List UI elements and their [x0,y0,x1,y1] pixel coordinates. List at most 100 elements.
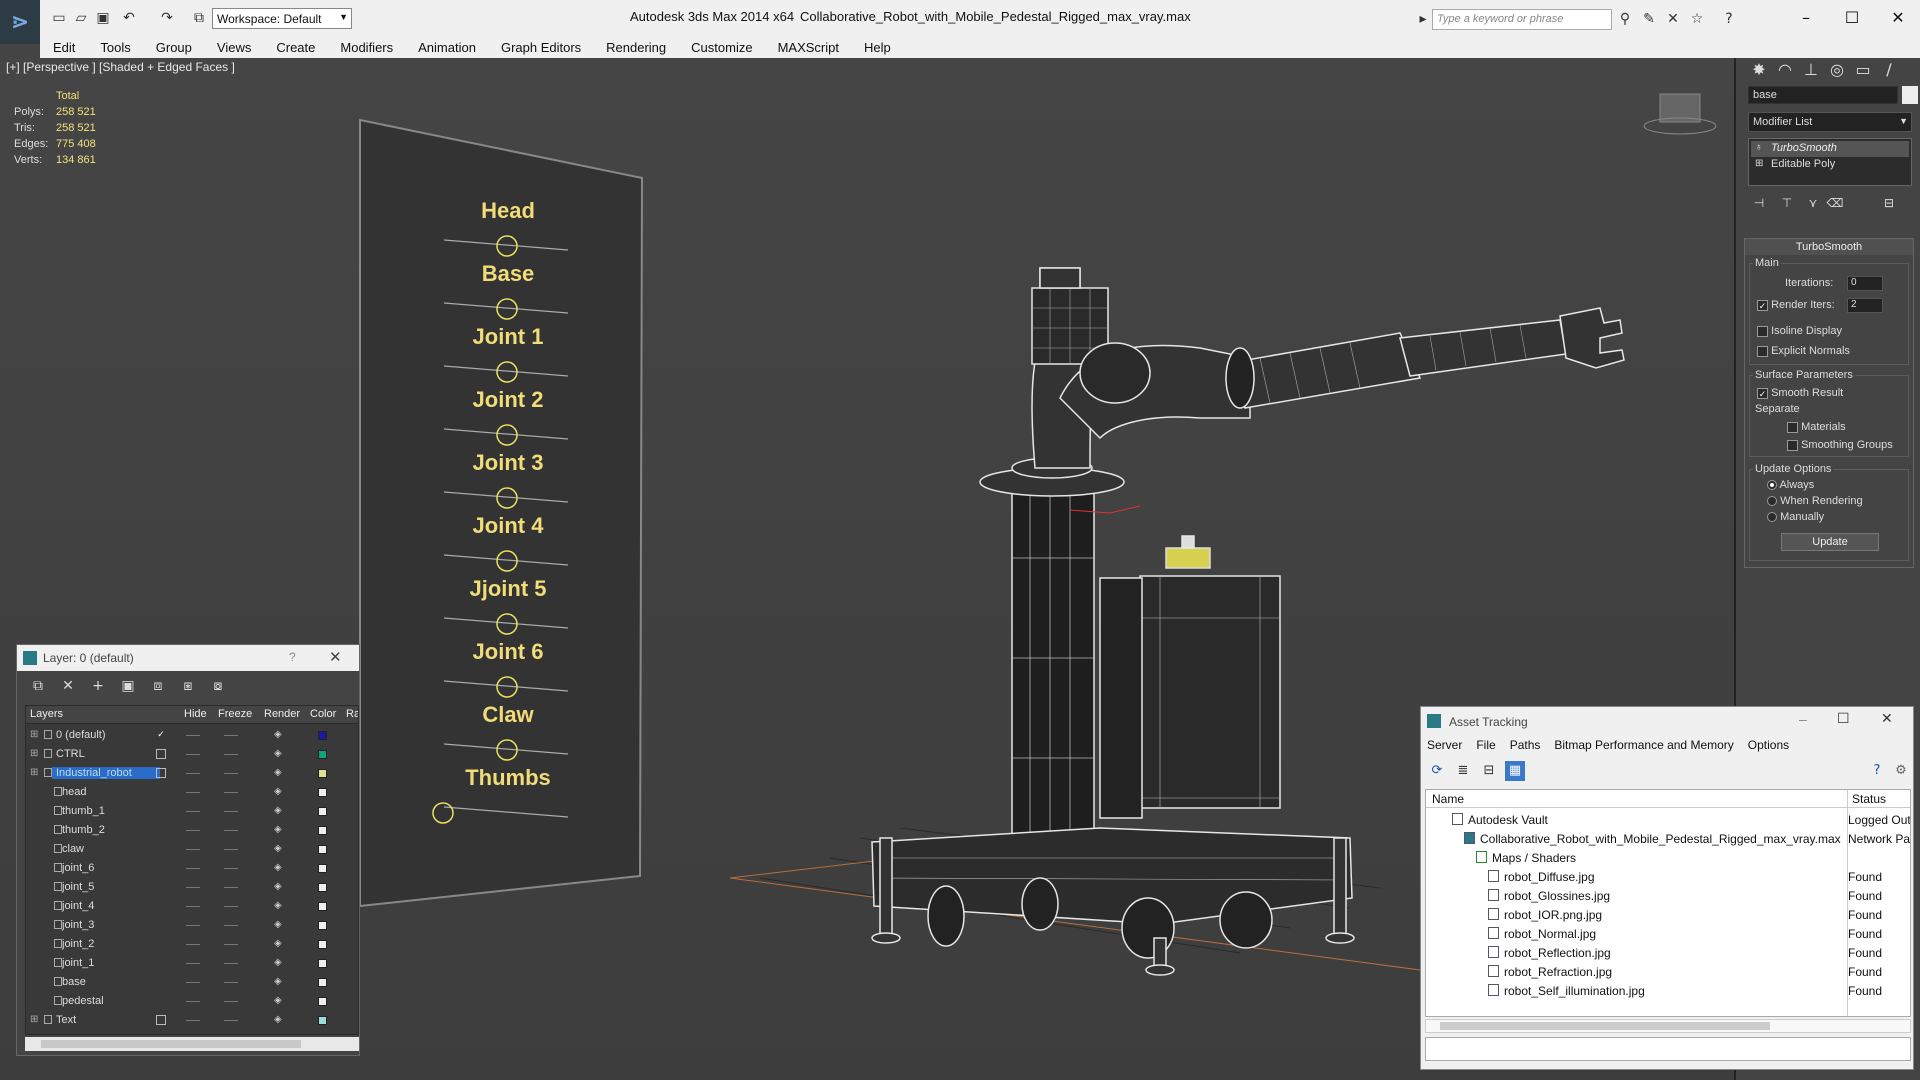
motion-tab-icon[interactable]: ◎ [1824,58,1850,82]
layer-name[interactable]: 0 (default) [56,729,106,741]
materials-checkbox[interactable] [1787,421,1798,433]
layer-row[interactable]: joint_5 ◈ [26,878,358,897]
render-teapot-icon[interactable]: ◈ [274,843,282,854]
menu-item-maxscript[interactable]: MAXScript [765,40,851,55]
render-teapot-icon[interactable]: ◈ [274,881,282,892]
column-header[interactable]: Hide [184,708,207,720]
redo-icon[interactable]: ↷ [158,9,176,27]
layer-row[interactable]: base ◈ [26,973,358,992]
save-icon[interactable]: ▣ [94,9,112,27]
layer-row[interactable]: joint_4 ◈ [26,897,358,916]
close-button[interactable]: ✕ [1876,5,1920,31]
open-file-icon[interactable]: ▱ [72,9,90,27]
asset-row[interactable]: robot_Self_illumination.jpg Found [1426,981,1910,1000]
layer-row[interactable]: thumb_2 ◈ [26,821,358,840]
object-name-input[interactable]: base [1748,86,1898,104]
layer-color-swatch[interactable] [318,959,327,968]
list-view-icon[interactable]: ≣ [1453,761,1473,781]
iterations-spinner[interactable]: 0 [1847,276,1883,291]
layer-color-swatch[interactable] [318,864,327,873]
layer-color-swatch[interactable] [318,807,327,816]
remove-modifier-icon[interactable]: ⌫ [1824,193,1846,213]
hide-toggle[interactable] [186,868,200,869]
help-button[interactable]: ? [289,650,296,664]
configure-sets-icon[interactable]: ⊟ [1878,193,1900,213]
layer-row[interactable]: joint_3 ◈ [26,916,358,935]
workspace-dropdown[interactable]: Workspace: Default ▼ [212,8,352,29]
layer-name[interactable]: pedestal [62,995,104,1007]
layer-row[interactable]: joint_6 ◈ [26,859,358,878]
layer-row[interactable]: thumb_1 ◈ [26,802,358,821]
hide-toggle[interactable] [186,925,200,926]
new-file-icon[interactable]: ▭ [50,9,68,27]
menu-item-group[interactable]: Group [143,40,204,55]
column-header[interactable]: Ra [346,708,358,720]
highlight-layer-icon[interactable]: ⧈ [147,675,169,697]
asset-row[interactable]: robot_Diffuse.jpg Found [1426,867,1910,886]
render-teapot-icon[interactable]: ◈ [274,976,282,987]
column-header[interactable]: Color [310,708,336,720]
freeze-toggle[interactable] [224,925,238,926]
column-header-name[interactable]: Name [1432,792,1464,806]
expand-icon[interactable]: ⊞ [30,748,38,759]
expand-arrow-icon[interactable]: ▸ [1414,10,1432,28]
isoline-checkbox[interactable] [1757,325,1768,337]
layer-name[interactable]: joint_2 [62,938,94,950]
hide-toggle[interactable] [186,887,200,888]
render-teapot-icon[interactable]: ◈ [274,767,282,778]
display-tab-icon[interactable]: ▭ [1850,58,1876,82]
maximize-button[interactable]: ☐ [1830,5,1874,31]
render-teapot-icon[interactable]: ◈ [274,786,282,797]
current-layer-checkbox[interactable]: ✓ [156,730,166,740]
exchange-icon[interactable]: ✕ [1664,10,1682,28]
menu-item-edit[interactable]: Edit [40,40,87,55]
layer-row[interactable]: joint_1 ◈ [26,954,358,973]
hide-toggle[interactable] [186,982,200,983]
hide-toggle[interactable] [186,773,200,774]
hide-toggle[interactable] [186,1020,200,1021]
show-end-result-icon[interactable]: ⊤ [1776,193,1798,213]
current-layer-checkbox[interactable] [156,768,166,778]
menu-item-graph-editors[interactable]: Graph Editors [488,40,593,55]
layer-name[interactable]: joint_1 [62,957,94,969]
asset-row[interactable]: Maps / Shaders [1426,848,1910,867]
menu-item-modifiers[interactable]: Modifiers [327,40,405,55]
maximize-button[interactable]: ☐ [1837,711,1850,727]
render-teapot-icon[interactable]: ◈ [274,729,282,740]
freeze-toggle[interactable] [224,849,238,850]
layer-name[interactable]: Industrial_robot [52,767,160,779]
freeze-toggle[interactable] [224,906,238,907]
render-teapot-icon[interactable]: ◈ [274,957,282,968]
column-header[interactable]: Layers [30,708,63,720]
menu-item-rendering[interactable]: Rendering [593,40,678,55]
horizontal-scrollbar[interactable] [1425,1019,1911,1033]
hierarchy-tab-icon[interactable]: ⊥ [1798,58,1824,82]
layer-color-swatch[interactable] [318,902,327,911]
render-teapot-icon[interactable]: ◈ [274,900,282,911]
freeze-toggle[interactable] [224,868,238,869]
search-input[interactable]: Type a keyword or phrase [1432,9,1612,30]
smooth-result-checkbox[interactable]: ✓ [1757,387,1768,399]
hide-toggle[interactable] [186,830,200,831]
delete-layer-icon[interactable]: ✕ [57,675,79,697]
close-icon[interactable]: ✕ [329,648,342,666]
menu-item-help[interactable]: Help [851,40,903,55]
layer-name[interactable]: claw [62,843,84,855]
layer-name[interactable]: Text [56,1014,76,1026]
asset-row[interactable]: Collaborative_Robot_with_Mobile_Pedestal… [1426,829,1910,848]
freeze-all-icon[interactable]: ⧇ [207,675,229,697]
current-layer-checkbox[interactable] [156,749,166,759]
when-rendering-radio[interactable] [1767,496,1777,507]
freeze-toggle[interactable] [224,1020,238,1021]
layer-color-swatch[interactable] [318,769,327,778]
lightbulb-icon[interactable]: ♁ [1755,143,1765,153]
layer-row[interactable]: joint_2 ◈ [26,935,358,954]
expand-plus-icon[interactable]: ⊞ [1755,159,1765,169]
layer-color-swatch[interactable] [318,921,327,930]
layer-name[interactable]: CTRL [56,748,85,760]
asset-menu-paths[interactable]: Paths [1510,738,1541,752]
project-folder-icon[interactable]: ⧉ [190,9,208,27]
layer-row[interactable]: Industrial_robot ⊞ ◈ [26,764,358,783]
layer-color-swatch[interactable] [318,1016,327,1025]
horizontal-scrollbar[interactable] [25,1037,359,1051]
